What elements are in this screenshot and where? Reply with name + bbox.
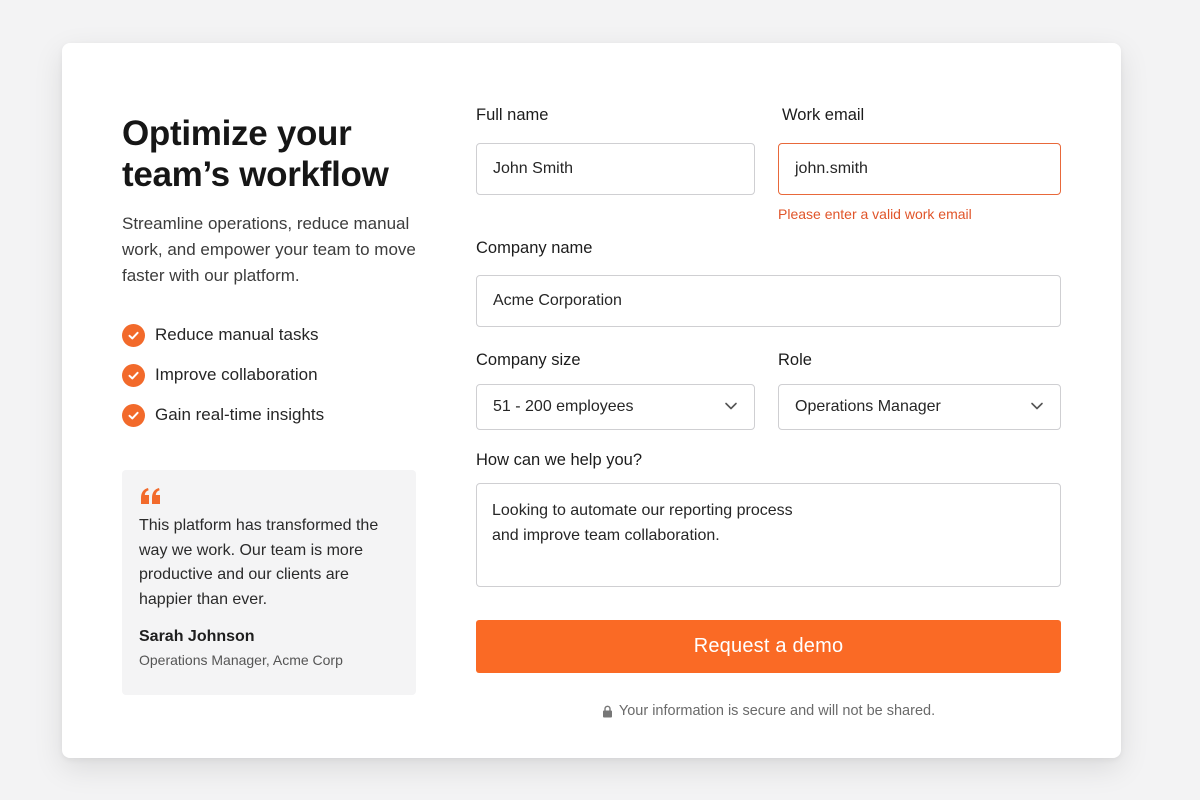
role-label: Role bbox=[778, 351, 812, 369]
benefit-list: Reduce manual tasks Improve collaboratio… bbox=[122, 315, 324, 435]
testimonial-card: This platform has transformed the way we… bbox=[122, 470, 416, 695]
full-name-label: Full name bbox=[476, 106, 549, 124]
message-textarea[interactable]: Looking to automate our reporting proces… bbox=[476, 483, 1061, 587]
company-size-value: 51 - 200 employees bbox=[493, 398, 634, 415]
lock-icon bbox=[602, 705, 612, 717]
hero-subtext: Streamline operations, reduce manual wor… bbox=[122, 214, 416, 285]
work-email-input[interactable]: john.smith bbox=[778, 143, 1061, 195]
chevron-down-icon bbox=[1030, 398, 1044, 416]
quote-icon bbox=[139, 486, 399, 510]
check-circle-icon bbox=[122, 363, 145, 387]
full-name-input[interactable]: John Smith bbox=[476, 143, 755, 195]
benefit-item: Improve collaboration bbox=[122, 355, 324, 395]
check-circle-icon bbox=[122, 323, 145, 347]
message-label: How can we help you? bbox=[476, 451, 643, 469]
demo-request-card: Optimize your team’s workflow Streamline… bbox=[62, 43, 1121, 758]
security-note-text: Your information is secure and will not … bbox=[618, 703, 936, 719]
full-name-value: John Smith bbox=[493, 160, 574, 177]
role-value: Operations Manager bbox=[795, 398, 941, 415]
company-name-input[interactable]: Acme Corporation bbox=[476, 275, 1061, 327]
check-circle-icon bbox=[122, 403, 145, 427]
company-name-value: Acme Corporation bbox=[493, 292, 622, 309]
request-demo-button[interactable]: Request a demo bbox=[476, 620, 1061, 673]
chevron-down-icon bbox=[724, 398, 738, 416]
testimonial-author-title: Operations Manager, Acme Corp bbox=[139, 652, 343, 668]
role-select[interactable]: Operations Manager bbox=[778, 384, 1061, 430]
work-email-error: Please enter a valid work email bbox=[778, 206, 972, 222]
benefit-item: Reduce manual tasks bbox=[122, 315, 324, 355]
benefit-label: Reduce manual tasks bbox=[155, 325, 319, 344]
testimonial-author: Sarah Johnson bbox=[139, 628, 255, 645]
company-name-label: Company name bbox=[476, 239, 593, 257]
work-email-value: john.smith bbox=[795, 160, 868, 177]
benefit-label: Gain real-time insights bbox=[155, 405, 325, 424]
company-size-select[interactable]: 51 - 200 employees bbox=[476, 384, 755, 430]
testimonial-quote: This platform has transformed the way we… bbox=[139, 517, 379, 608]
work-email-label: Work email bbox=[782, 106, 865, 124]
company-size-label: Company size bbox=[476, 351, 581, 369]
security-note: Your information is secure and will not … bbox=[476, 703, 1061, 719]
benefit-label: Improve collaboration bbox=[155, 365, 318, 384]
benefit-item: Gain real-time insights bbox=[122, 395, 324, 435]
page-title: Optimize your team’s workflow bbox=[122, 114, 389, 194]
